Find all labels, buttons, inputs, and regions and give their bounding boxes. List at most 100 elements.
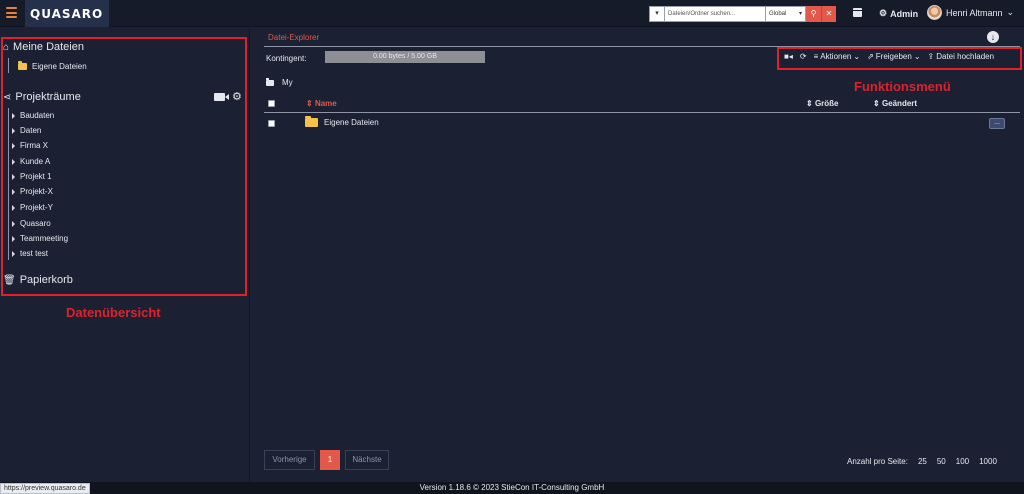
- trash-title: Papierkorb: [19, 274, 73, 286]
- search-button[interactable]: ⚲: [806, 6, 821, 22]
- upload-icon: ⇪: [927, 52, 935, 61]
- per-page-option[interactable]: 25: [918, 457, 927, 466]
- column-header-label: Geändert: [881, 99, 918, 108]
- select-all-checkbox[interactable]: [268, 100, 275, 107]
- sidebar-item-label: Daten: [20, 126, 42, 135]
- annotation-label-data-overview: Datenübersicht: [66, 305, 161, 320]
- share-dropdown[interactable]: ⇗ Freigeben ⌄: [867, 52, 920, 61]
- menu-icon[interactable]: [6, 7, 17, 18]
- quota-label: Kontingent:: [266, 54, 307, 63]
- refresh-icon: ⟳: [799, 52, 807, 61]
- gear-icon[interactable]: ⚙: [232, 90, 242, 103]
- sidebar-item-label: Baudaten: [20, 111, 55, 120]
- admin-label: Admin: [890, 8, 919, 19]
- my-files-title: Meine Dateien: [13, 41, 84, 53]
- sidebar-item-eigene-dateien[interactable]: Eigene Dateien: [18, 61, 87, 71]
- admin-menu[interactable]: ⚙ Admin: [879, 8, 918, 19]
- tab-file-explorer[interactable]: Datei-Explorer: [268, 33, 319, 42]
- per-page-option[interactable]: 100: [956, 457, 969, 466]
- chevron-down-icon: ⌄: [1006, 7, 1015, 17]
- video-button[interactable]: ■◂: [784, 52, 793, 61]
- column-header-modified[interactable]: ⇕ Geändert: [873, 99, 917, 108]
- quota-progress-bar: 0.00 bytes / 5.00 GB: [325, 51, 485, 63]
- home-icon: ⌂: [3, 41, 10, 53]
- chevron-down-icon: ⌄: [913, 52, 921, 61]
- refresh-button[interactable]: ⟳: [800, 52, 807, 61]
- row-name: Eigene Dateien: [324, 118, 379, 127]
- expand-arrow-icon: [12, 250, 15, 257]
- expand-arrow-icon: [12, 142, 15, 149]
- tree-line: [8, 108, 9, 260]
- sidebar-item-label: Firma X: [20, 141, 48, 150]
- sidebar-item-room[interactable]: Daten: [12, 126, 41, 135]
- breadcrumb: My: [266, 77, 293, 87]
- per-page-label: Anzahl pro Seite:: [847, 457, 908, 466]
- trash-icon: 🗑: [3, 274, 16, 286]
- trash-header[interactable]: 🗑 Papierkorb: [3, 274, 73, 286]
- per-page-option[interactable]: 50: [937, 457, 946, 466]
- share-label: Freigeben: [875, 52, 912, 61]
- column-header-size[interactable]: ⇕ Größe: [806, 99, 839, 108]
- per-page-option[interactable]: 1000: [979, 457, 997, 466]
- app-logo[interactable]: QUASARO: [30, 7, 103, 21]
- sidebar-item-room[interactable]: Teammeeting: [12, 234, 68, 243]
- sidebar-item-label: Teammeeting: [20, 234, 69, 243]
- project-rooms-title: Projekträume: [15, 91, 81, 103]
- sidebar-item-room[interactable]: Projekt 1: [12, 172, 52, 181]
- upload-button[interactable]: ⇪ Datei hochladen: [928, 52, 995, 61]
- expand-arrow-icon: [12, 158, 15, 165]
- user-name: Henri Altmann: [946, 7, 1003, 18]
- list-icon: ≡: [813, 52, 819, 61]
- toolbar: ■◂ ⟳ ≡ Aktionen ⌄ ⇗ Freigeben ⌄ ⇪ Datei hochl…: [784, 52, 994, 61]
- sort-icon: ⇕: [306, 99, 313, 108]
- search-scope-select[interactable]: Global ▾: [766, 6, 806, 22]
- search-filter-dropdown[interactable]: ▾: [649, 6, 664, 22]
- chevron-down-icon: ⌄: [853, 52, 861, 61]
- chevron-down-icon: ▾: [798, 11, 802, 17]
- column-header-label: Name: [314, 99, 337, 108]
- table-row[interactable]: Eigene Dateien: [305, 116, 379, 127]
- share-icon: ⇗: [867, 52, 874, 61]
- sidebar-item-room[interactable]: Projekt-X: [12, 187, 53, 196]
- my-files-header[interactable]: ⌂ Meine Dateien: [3, 41, 84, 53]
- row-menu-button[interactable]: ...: [989, 118, 1005, 129]
- row-checkbox[interactable]: [268, 120, 275, 127]
- sidebar-item-room[interactable]: Baudaten: [12, 111, 54, 120]
- project-rooms-header[interactable]: ⋖ Projekträume: [3, 91, 81, 103]
- sidebar-item-label: Kunde A: [20, 157, 51, 166]
- user-menu[interactable]: Henri Altmann ⌄: [927, 5, 1014, 20]
- expand-arrow-icon: [12, 188, 15, 195]
- expand-arrow-icon: [12, 204, 15, 211]
- sort-icon: ⇕: [806, 99, 813, 108]
- breadcrumb-item[interactable]: My: [282, 78, 293, 87]
- sidebar-item-room[interactable]: Projekt-Y: [12, 203, 53, 212]
- search-scope-value: Global: [769, 11, 787, 17]
- column-header-name[interactable]: ⇕ Name: [306, 99, 337, 108]
- sidebar-item-label: Projekt-X: [20, 187, 53, 196]
- search-input[interactable]: Dateien/Ordner suchen...: [664, 6, 766, 22]
- actions-dropdown[interactable]: ≡ Aktionen ⌄: [814, 52, 861, 61]
- folder-icon: [305, 116, 318, 127]
- per-page-selector: Anzahl pro Seite: 25 50 100 1000: [847, 457, 997, 466]
- expand-arrow-icon: [12, 220, 15, 227]
- next-page-button[interactable]: Nächste: [345, 450, 389, 470]
- expand-arrow-icon: [12, 112, 15, 119]
- page-button-current[interactable]: 1: [320, 450, 340, 470]
- folder-icon: [18, 61, 27, 70]
- annotation-label-function-menu: Funktionsmenü: [854, 79, 951, 94]
- video-camera-icon[interactable]: [214, 93, 229, 101]
- sidebar-item-room[interactable]: Kunde A: [12, 157, 50, 166]
- column-header-label: Größe: [814, 99, 839, 108]
- avatar: [927, 5, 942, 20]
- download-icon[interactable]: ↓: [987, 31, 999, 43]
- previous-page-button[interactable]: Vorherige: [264, 450, 315, 470]
- sidebar-item-label: test test: [20, 249, 49, 258]
- sidebar-item-room[interactable]: Quasaro: [12, 219, 51, 228]
- sidebar-item-room[interactable]: Firma X: [12, 141, 48, 150]
- calendar-icon[interactable]: [853, 8, 862, 17]
- share-icon: ⋖: [3, 91, 12, 103]
- video-camera-icon: ■◂: [784, 52, 793, 61]
- clear-search-button[interactable]: ✕: [821, 6, 836, 22]
- sidebar-item-room[interactable]: test test: [12, 249, 48, 258]
- expand-arrow-icon: [12, 173, 15, 180]
